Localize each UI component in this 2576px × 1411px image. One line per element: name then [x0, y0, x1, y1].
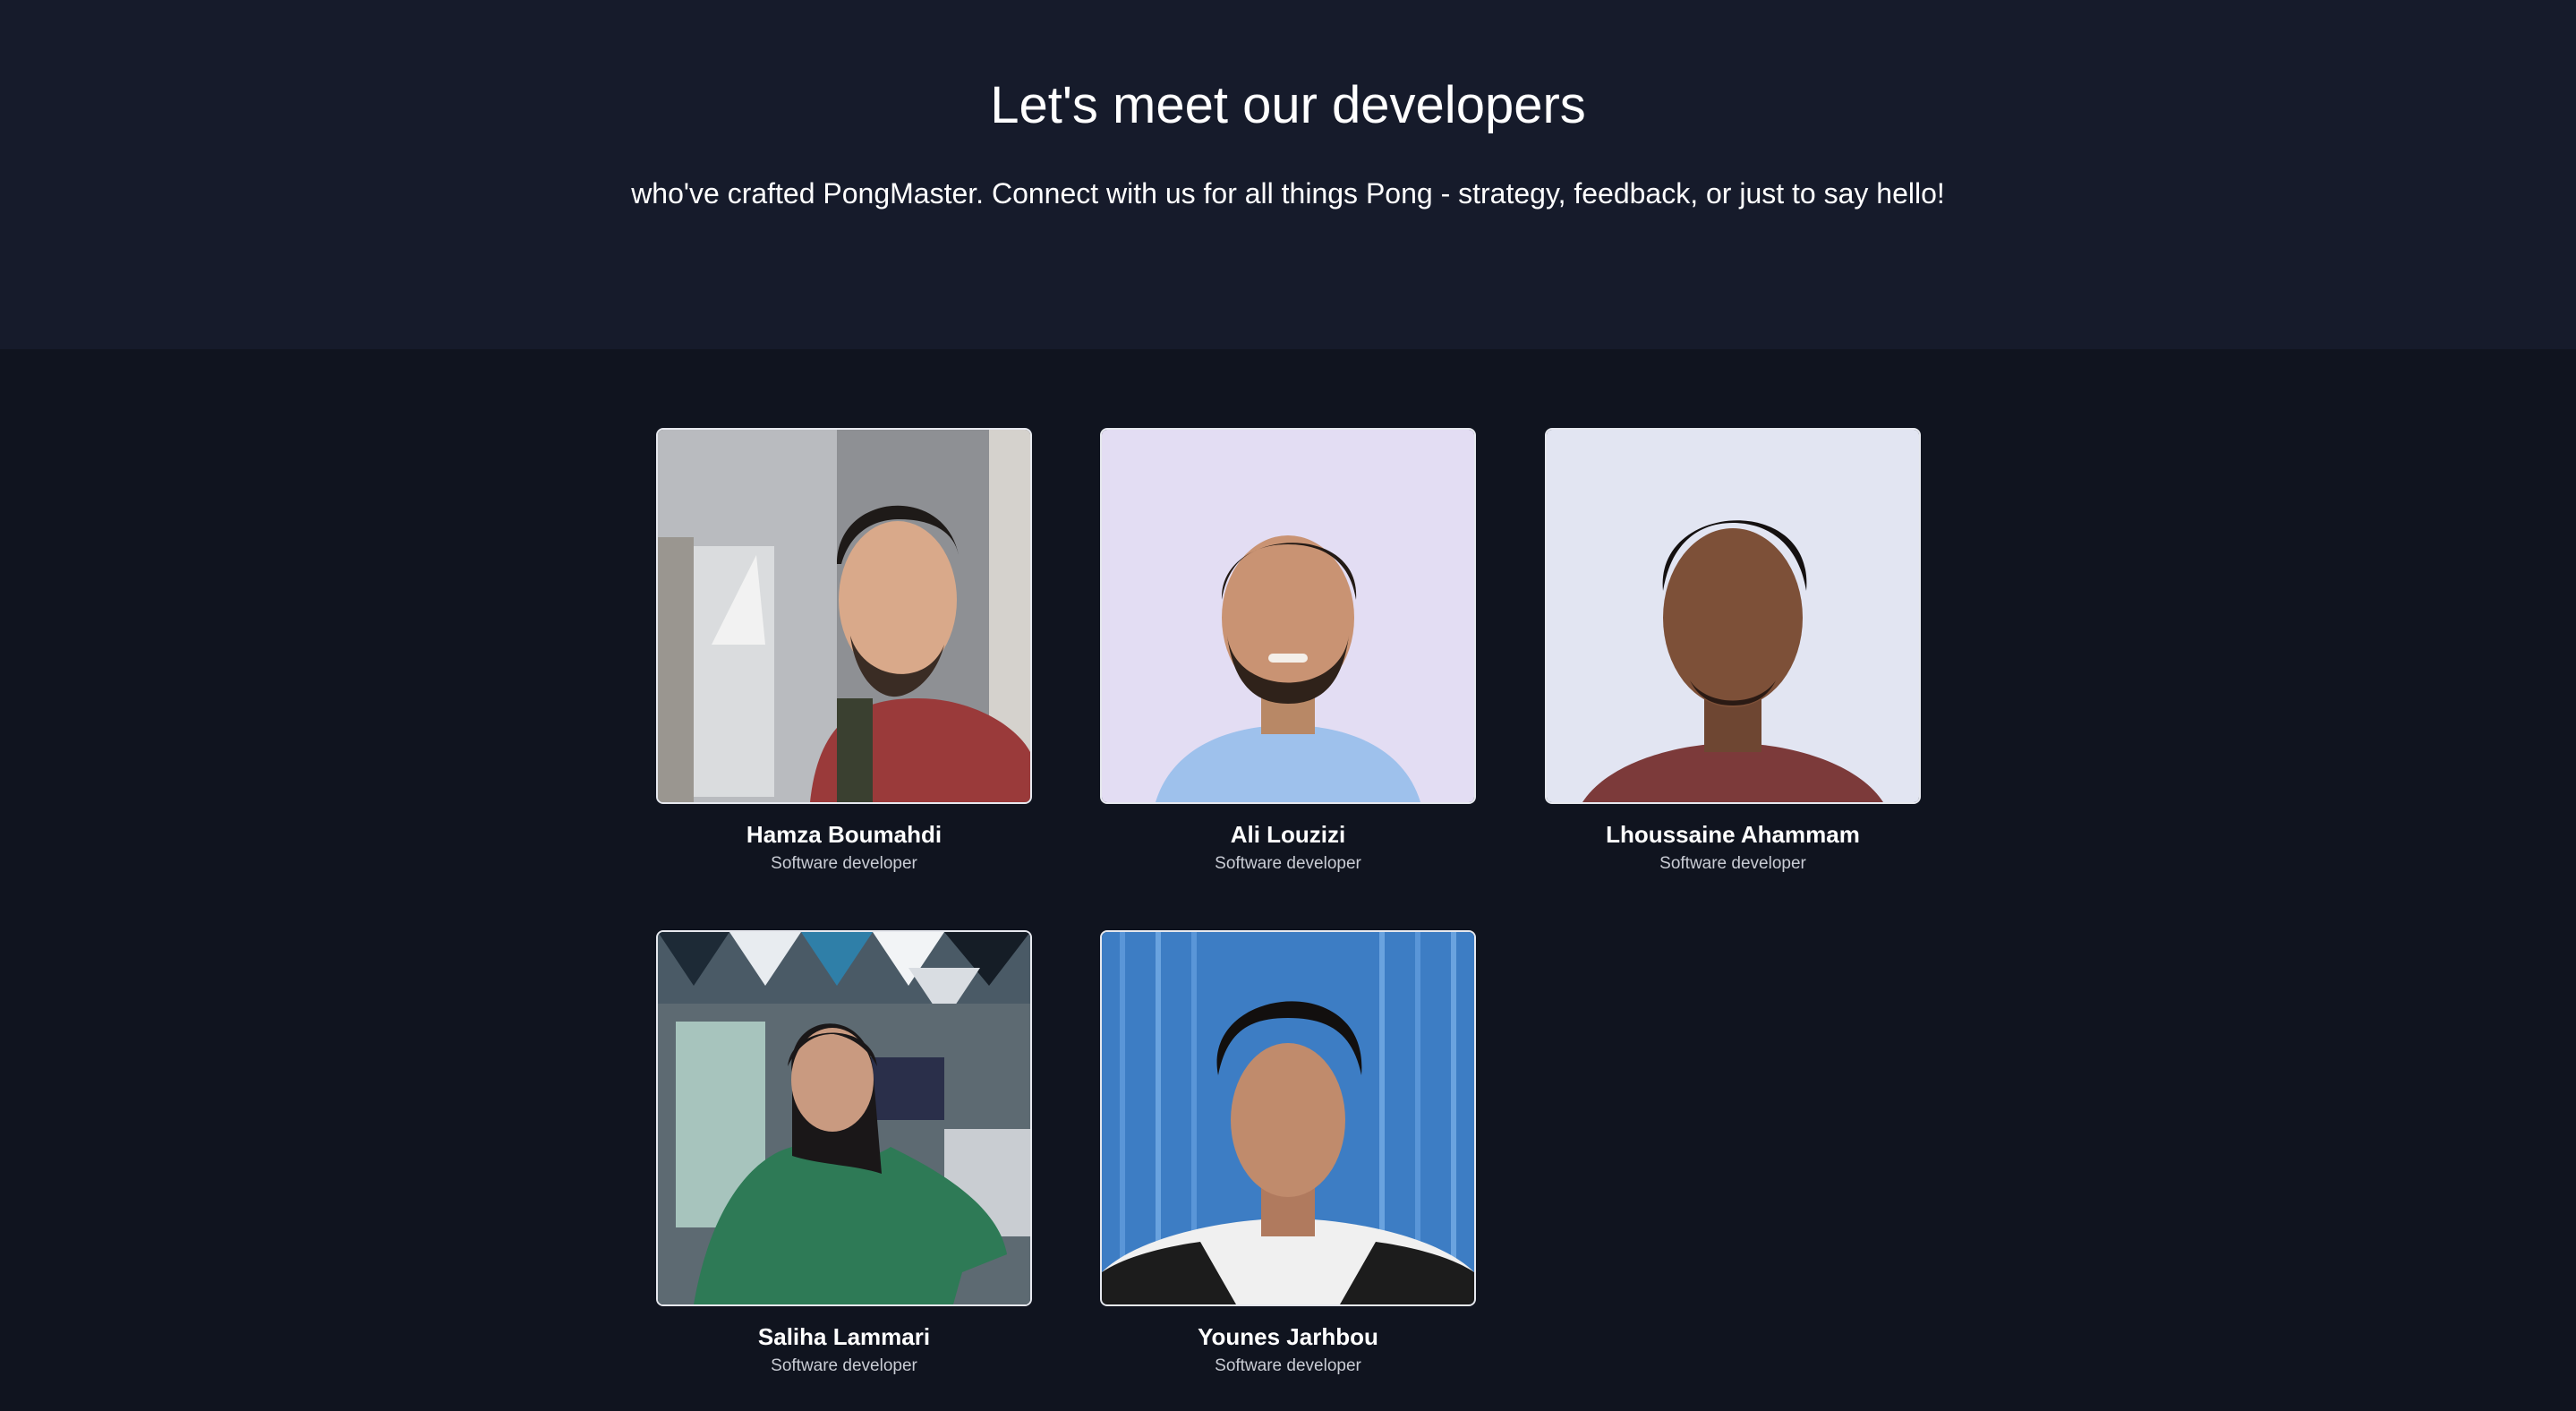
developer-role: Software developer [1659, 854, 1806, 873]
developer-card[interactable]: Younes Jarhbou Software developer [1100, 930, 1476, 1378]
developer-photo [1100, 428, 1476, 804]
portrait-image [658, 430, 1030, 802]
page-title: Let's meet our developers [990, 76, 1586, 134]
hero-section: Let's meet our developers who've crafted… [0, 0, 2576, 349]
developer-role: Software developer [1215, 1356, 1361, 1375]
developer-role: Software developer [1215, 854, 1361, 873]
developer-photo [656, 428, 1032, 804]
developer-photo [656, 930, 1032, 1306]
developer-photo [1100, 930, 1476, 1306]
developer-photo [1545, 428, 1921, 804]
developer-card[interactable]: Ali Louzizi Software developer [1100, 428, 1476, 876]
portrait-image [1547, 430, 1919, 802]
page-subtitle: who've crafted PongMaster. Connect with … [631, 177, 1945, 210]
portrait-image [658, 932, 1030, 1304]
developer-role: Software developer [771, 854, 917, 873]
developers-page: Let's meet our developers who've crafted… [0, 0, 2576, 1411]
portrait-image [1102, 430, 1474, 802]
developer-card[interactable]: Lhoussaine Ahammam Software developer [1545, 428, 1921, 876]
developer-card[interactable]: Saliha Lammari Software developer [656, 930, 1032, 1378]
developer-name: Younes Jarhbou [1198, 1323, 1378, 1350]
developer-role: Software developer [771, 1356, 917, 1375]
developer-name: Ali Louzizi [1230, 821, 1346, 848]
developer-name: Hamza Boumahdi [746, 821, 943, 848]
developer-name: Saliha Lammari [757, 1323, 931, 1350]
developer-card[interactable]: Hamza Boumahdi Software developer [656, 428, 1032, 876]
portrait-image [1102, 932, 1474, 1304]
developer-name: Lhoussaine Ahammam [1606, 821, 1860, 848]
developer-grid: Hamza Boumahdi Software developer Ali Lo… [0, 349, 2576, 1411]
